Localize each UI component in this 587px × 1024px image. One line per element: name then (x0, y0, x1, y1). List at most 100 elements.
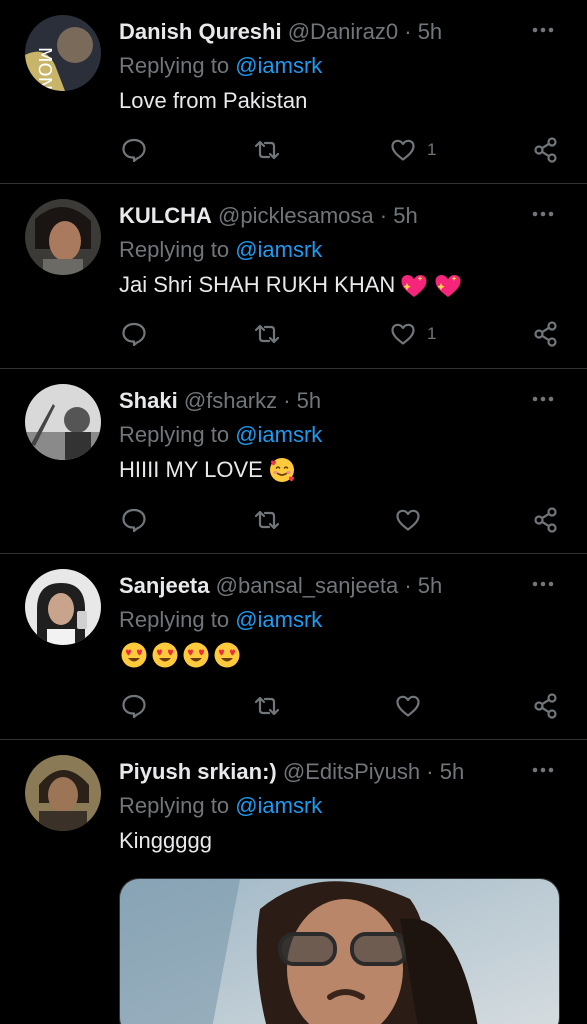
reply-text (119, 640, 242, 670)
repost-button[interactable] (253, 502, 281, 538)
more-options-button[interactable] (523, 756, 563, 784)
reply-text: HIIII MY LOVE (119, 455, 297, 485)
share-icon (534, 137, 557, 163)
action-bar (0, 688, 587, 724)
more-dots-icon (532, 211, 554, 217)
heart-eyes-icon (212, 640, 242, 670)
reply-text: Kinggggg (119, 826, 212, 856)
more-dots-icon (532, 767, 554, 773)
reply-text-content: Love from Pakistan (119, 88, 308, 113)
svg-text:MON: MON (34, 47, 55, 90)
repost-button[interactable] (253, 132, 281, 168)
share-button[interactable] (532, 688, 560, 724)
replying-to: Replying to @iamsrk (119, 792, 322, 820)
timestamp[interactable]: 5h (418, 573, 442, 598)
reply-button[interactable] (120, 688, 148, 724)
avatar[interactable] (25, 755, 101, 831)
reply-button[interactable] (120, 316, 148, 352)
reply-icon (122, 694, 146, 719)
replying-label: Replying to (119, 793, 236, 818)
more-options-button[interactable] (523, 200, 563, 228)
action-bar (0, 502, 587, 538)
display-name[interactable]: Piyush srkian:) (119, 759, 277, 784)
more-options-button[interactable] (523, 385, 563, 413)
avatar[interactable] (25, 384, 101, 460)
reply-item[interactable]: Shaki @fsharkz · 5h Replying to @iamsrk … (0, 369, 587, 554)
separator: · (426, 759, 434, 784)
repost-icon (254, 696, 280, 716)
reply-text-content: Kinggggg (119, 828, 212, 853)
display-name[interactable]: KULCHA (119, 203, 212, 228)
share-button[interactable] (532, 132, 560, 168)
heart-icon (396, 695, 420, 717)
heart-icon (396, 509, 420, 531)
share-button[interactable] (532, 316, 560, 352)
replying-to: Replying to @iamsrk (119, 606, 322, 634)
timestamp[interactable]: 5h (418, 19, 442, 44)
avatar[interactable] (25, 569, 101, 645)
more-options-button[interactable] (523, 570, 563, 598)
reply-item[interactable]: KULCHA @picklesamosa · 5h Replying to @i… (0, 184, 587, 369)
heart-eyes-icon (119, 640, 149, 670)
media-image[interactable] (119, 878, 560, 1024)
repost-icon (254, 324, 280, 344)
repost-icon (254, 510, 280, 530)
like-button[interactable] (394, 502, 432, 538)
mention-link[interactable]: @iamsrk (235, 793, 322, 818)
mention-link[interactable]: @iamsrk (235, 53, 322, 78)
reply-icon (122, 508, 146, 533)
repost-button[interactable] (253, 688, 281, 724)
heart-eyes-icon (181, 640, 211, 670)
replying-to: Replying to @iamsrk (119, 421, 322, 449)
reply-button[interactable] (120, 132, 148, 168)
display-name[interactable]: Shaki (119, 388, 178, 413)
smiling-face-with-hearts-icon (267, 455, 297, 485)
display-name[interactable]: Danish Qureshi (119, 19, 282, 44)
reply-item[interactable]: MON Danish Qureshi @Daniraz0 · 5h Replyi… (0, 0, 587, 184)
heart-icon (391, 139, 415, 161)
replying-label: Replying to (119, 53, 236, 78)
reply-item[interactable]: Sanjeeta @bansal_sanjeeta · 5h Replying … (0, 554, 587, 740)
timestamp[interactable]: 5h (393, 203, 417, 228)
share-button[interactable] (532, 502, 560, 538)
heart-eyes-icon (150, 640, 180, 670)
more-dots-icon (532, 27, 554, 33)
like-count: 1 (427, 140, 437, 159)
reply-text-content: HIIII MY LOVE (119, 457, 263, 482)
user-handle[interactable]: @EditsPiyush (283, 759, 420, 784)
reply-button[interactable] (120, 502, 148, 538)
separator: · (379, 203, 388, 228)
like-button[interactable]: 1 (389, 316, 436, 352)
reply-icon (122, 138, 146, 163)
replying-label: Replying to (119, 422, 236, 447)
sparkling-heart-icon (399, 270, 429, 300)
mention-link[interactable]: @iamsrk (235, 607, 322, 632)
avatar[interactable] (25, 199, 101, 275)
repost-button[interactable] (253, 316, 281, 352)
reply-text-content: Jai Shri SHAH RUKH KHAN (119, 272, 396, 297)
reply-header: Danish Qureshi @Daniraz0 · 5h (119, 18, 527, 46)
user-handle[interactable]: @fsharkz (184, 388, 277, 413)
replying-to: Replying to @iamsrk (119, 236, 322, 264)
mention-link[interactable]: @iamsrk (235, 422, 322, 447)
like-button[interactable] (394, 688, 432, 724)
replying-label: Replying to (119, 237, 236, 262)
heart-icon (391, 323, 415, 345)
reply-header: Piyush srkian:) @EditsPiyush · 5h (119, 758, 527, 786)
user-handle[interactable]: @Daniraz0 (288, 19, 398, 44)
more-dots-icon (532, 581, 554, 587)
reply-header: Sanjeeta @bansal_sanjeeta · 5h (119, 572, 527, 600)
user-handle[interactable]: @bansal_sanjeeta (216, 573, 399, 598)
separator: · (283, 388, 291, 413)
action-bar: 1 (0, 316, 587, 352)
reply-text: Love from Pakistan (119, 86, 307, 116)
more-options-button[interactable] (523, 16, 563, 44)
timestamp[interactable]: 5h (297, 388, 321, 413)
mention-link[interactable]: @iamsrk (235, 237, 322, 262)
replying-label: Replying to (119, 607, 236, 632)
user-handle[interactable]: @picklesamosa (218, 203, 374, 228)
avatar[interactable]: MON (25, 15, 101, 91)
timestamp[interactable]: 5h (440, 759, 464, 784)
display-name[interactable]: Sanjeeta (119, 573, 210, 598)
like-button[interactable]: 1 (389, 132, 436, 168)
